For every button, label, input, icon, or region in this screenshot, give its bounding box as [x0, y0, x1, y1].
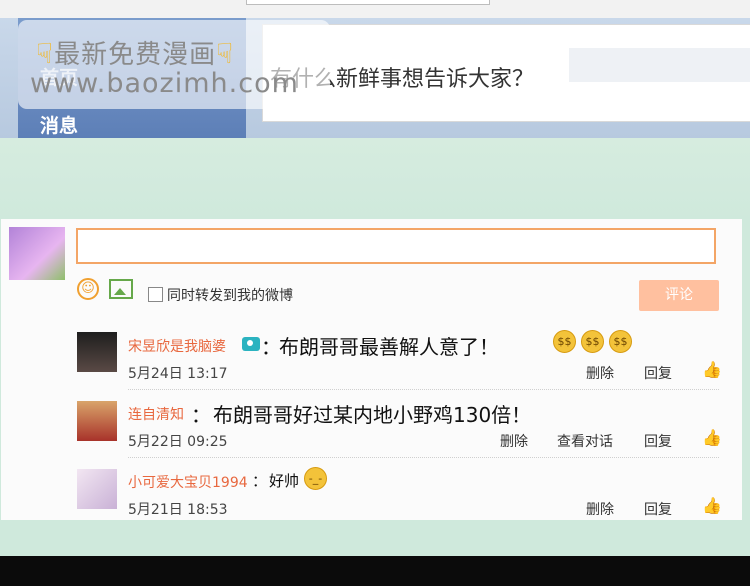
- comment-separator: ：: [252, 472, 268, 490]
- top-search-box[interactable]: [246, 0, 490, 5]
- reply-button[interactable]: 回复: [644, 499, 672, 519]
- share-checkbox[interactable]: [148, 287, 163, 302]
- nav-messages[interactable]: 消息: [40, 111, 78, 138]
- comment-username[interactable]: 连自清知: [128, 404, 184, 424]
- comment-time: 5月24日 13:17: [128, 366, 228, 382]
- reply-button[interactable]: 回复: [644, 431, 672, 451]
- share-checkbox-label: 同时转发到我的微博: [167, 288, 293, 304]
- avatar[interactable]: [77, 469, 117, 509]
- money-face-emoji-icon: $$: [581, 330, 604, 353]
- thumbs-up-icon[interactable]: 👍: [702, 428, 722, 447]
- watermark-text: 最新免费漫画: [54, 40, 217, 70]
- comment-input[interactable]: [76, 228, 716, 264]
- money-face-emoji-icon: $$: [553, 330, 576, 353]
- delete-button[interactable]: 删除: [586, 363, 614, 383]
- comment-text: 布朗哥哥最善解人意了！: [279, 335, 499, 359]
- reply-button[interactable]: 回复: [644, 363, 672, 383]
- money-face-emoji-icon: $$: [609, 330, 632, 353]
- view-conversation-button[interactable]: 查看对话: [557, 431, 613, 451]
- image-icon[interactable]: [109, 279, 133, 299]
- comment-text: 好帅: [269, 472, 300, 490]
- sleepy-face-emoji-icon: -_-: [304, 467, 327, 490]
- camera-icon: [242, 337, 260, 351]
- comment-username[interactable]: 小可爱大宝贝1994: [128, 472, 248, 492]
- avatar[interactable]: [77, 401, 117, 441]
- post-comment-button[interactable]: 评论: [639, 280, 719, 311]
- watermark-title: ☟最新免费漫画☟: [36, 34, 234, 71]
- comment-username[interactable]: 宋昱欣是我脑婆: [128, 336, 226, 356]
- bottom-black-bar: [0, 556, 750, 586]
- divider: [128, 389, 719, 390]
- delete-button[interactable]: 删除: [500, 431, 528, 451]
- comment-text: 布朗哥哥好过某内地小野鸡130倍！: [213, 403, 532, 427]
- watermark-url: www.baozimh.com: [30, 68, 299, 99]
- thumbs-up-icon[interactable]: 👍: [702, 360, 722, 379]
- comment-separator: ：: [191, 403, 211, 427]
- current-user-avatar[interactable]: [9, 227, 65, 280]
- thumbs-up-icon[interactable]: 👍: [702, 496, 722, 515]
- comment-time: 5月22日 09:25: [128, 434, 228, 450]
- divider: [128, 457, 719, 458]
- smile-icon[interactable]: ☺: [77, 278, 99, 300]
- avatar[interactable]: [77, 332, 117, 372]
- mint-gradient: [0, 138, 750, 220]
- pointing-hand-icon: ☟: [36, 37, 55, 70]
- comment-separator: ：: [261, 335, 281, 359]
- comment-time: 5月21日 18:53: [128, 502, 228, 518]
- compose-input[interactable]: [569, 48, 750, 82]
- pointing-hand-icon: ☟: [216, 37, 235, 70]
- delete-button[interactable]: 删除: [586, 499, 614, 519]
- comment-panel: ☺ 同时转发到我的微博 评论 宋昱欣是我脑婆 ： 布朗哥哥最善解人意了！ $$ …: [1, 219, 742, 520]
